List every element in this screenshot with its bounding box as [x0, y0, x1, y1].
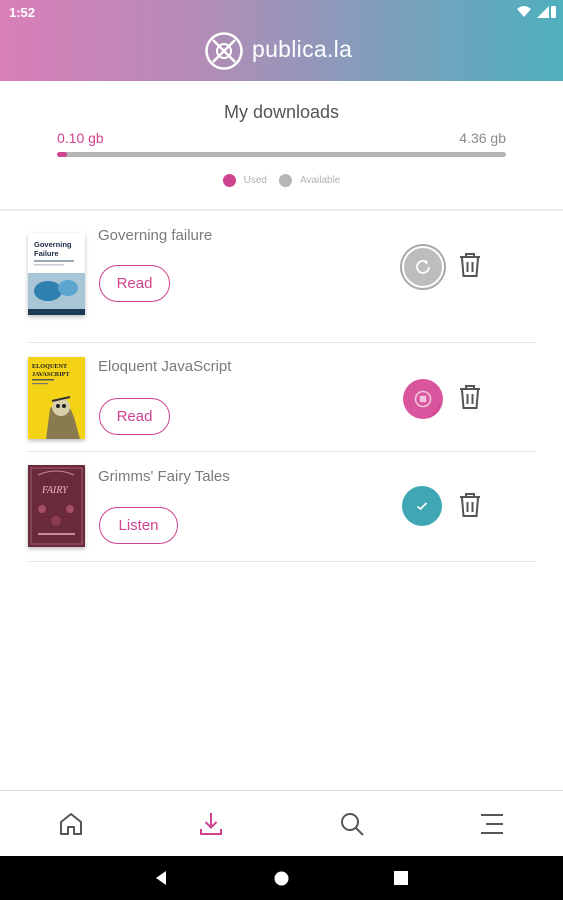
- svg-text:ELOQUENT: ELOQUENT: [32, 363, 68, 370]
- check-icon: [416, 502, 428, 511]
- divider: [28, 561, 536, 562]
- trash-icon[interactable]: [458, 252, 482, 278]
- book-title[interactable]: Governing failure: [98, 227, 212, 244]
- eloquent-javascript-cover-art: ELOQUENT JAVASCRIPT: [28, 357, 85, 439]
- storage-legend: Used Available: [0, 174, 563, 187]
- brand-name: publica.la: [252, 36, 353, 62]
- refresh-icon: [416, 259, 430, 274]
- book-cover[interactable]: ELOQUENT JAVASCRIPT: [28, 357, 85, 439]
- app-header: 1:52 publica.la: [0, 0, 563, 81]
- storage-progress-bar: [57, 152, 506, 157]
- search-icon[interactable]: [338, 810, 366, 838]
- available-dot-icon: [278, 174, 292, 187]
- status-time: 1:52: [9, 5, 36, 20]
- page-title: My downloads: [223, 102, 340, 122]
- status-icons: [517, 6, 556, 18]
- list-item: Governing Failure Governing failure Read: [28, 212, 536, 343]
- download-queued-indicator[interactable]: [402, 246, 444, 288]
- used-dot-icon: [222, 174, 236, 187]
- legend-available-label: Available: [299, 175, 341, 186]
- total-storage-label: 4.36 gb: [459, 130, 506, 146]
- list-item: FAIRY Grimms' Fairy Tales Listen: [28, 452, 536, 562]
- divider: [0, 209, 563, 211]
- book-title[interactable]: Eloquent JavaScript: [98, 358, 231, 375]
- book-cover[interactable]: FAIRY: [28, 465, 85, 547]
- trash-icon[interactable]: [458, 492, 482, 518]
- home-system-icon[interactable]: [274, 871, 289, 886]
- downloaded-indicator[interactable]: [402, 486, 442, 526]
- used-storage-label: 0.10 gb: [57, 130, 104, 146]
- legend-used-label: Used: [243, 175, 267, 186]
- book-cover[interactable]: Governing Failure: [28, 233, 85, 315]
- back-icon[interactable]: [153, 870, 169, 886]
- stop-download-icon: [414, 390, 441, 418]
- governing-failure-cover-art: Governing Failure: [28, 233, 85, 315]
- listen-button[interactable]: Listen: [99, 507, 178, 544]
- menu-icon[interactable]: [478, 810, 506, 838]
- download-icon[interactable]: [197, 810, 225, 838]
- legend-used: Used: [222, 174, 267, 187]
- svg-text:Failure: Failure: [34, 249, 59, 258]
- trash-icon[interactable]: [458, 384, 482, 410]
- system-navigation-bar: [0, 856, 563, 900]
- legend-available: Available: [278, 174, 341, 187]
- bottom-nav-divider: [0, 790, 563, 791]
- brand-logo-icon: [205, 32, 243, 70]
- book-title[interactable]: Grimms' Fairy Tales: [98, 468, 230, 485]
- svg-text:JAVASCRIPT: JAVASCRIPT: [32, 371, 70, 378]
- grimms-fairy-tales-cover-art: FAIRY: [28, 465, 85, 547]
- list-item: ELOQUENT JAVASCRIPT Eloquent JavaScript …: [28, 343, 536, 452]
- recents-icon[interactable]: [394, 871, 408, 885]
- download-in-progress-indicator[interactable]: [403, 379, 443, 419]
- read-button[interactable]: Read: [99, 265, 170, 302]
- svg-text:Governing: Governing: [34, 240, 72, 249]
- storage-progress-fill: [57, 152, 68, 157]
- svg-text:FAIRY: FAIRY: [41, 485, 69, 496]
- read-button[interactable]: Read: [99, 398, 170, 435]
- home-icon[interactable]: [57, 810, 85, 838]
